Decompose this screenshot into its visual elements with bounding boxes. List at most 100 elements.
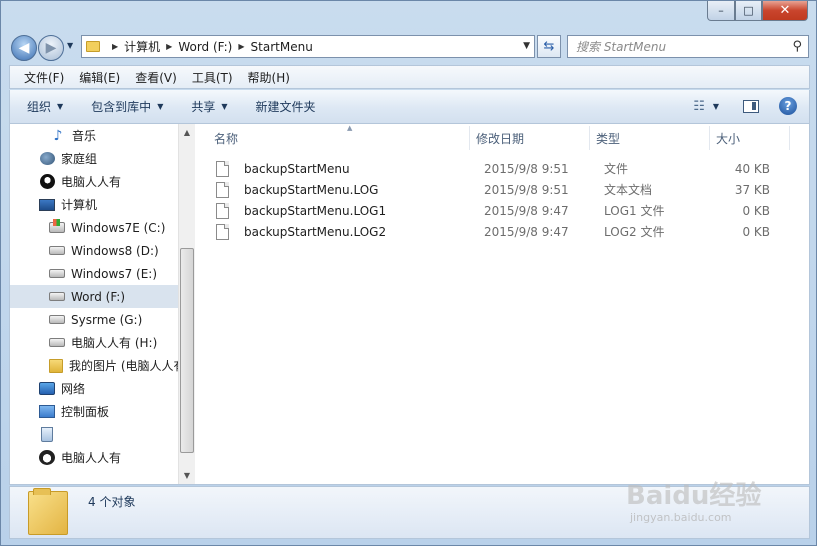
include-in-library-button[interactable]: 包含到库中 ▼ — [91, 98, 163, 115]
chevron-down-icon: ▼ — [157, 102, 164, 111]
chevron-down-icon: ▼ — [221, 102, 228, 111]
column-header-type[interactable]: 类型 — [590, 126, 710, 150]
forward-button[interactable]: ▶ — [38, 35, 64, 61]
chevron-down-icon: ▼ — [57, 102, 64, 111]
file-name: backupStartMenu.LOG2 — [244, 224, 387, 239]
breadcrumb-computer[interactable]: 计算机 — [124, 38, 160, 55]
caption-buttons: – □ ✕ — [707, 1, 808, 21]
nav-item-drive-d[interactable]: Windows8 (D:) — [10, 239, 178, 262]
nav-item-homegroup[interactable]: 家庭组 — [10, 147, 178, 170]
search-placeholder: 搜索 StartMenu — [576, 40, 667, 54]
file-row[interactable]: backupStartMenu.LOG2 2015/9/8 9:47 LOG2 … — [216, 221, 806, 242]
nav-item-label: 网络 — [61, 382, 86, 396]
menu-bar: 文件(F) 编辑(E) 查看(V) 工具(T) 帮助(H) — [9, 65, 810, 89]
nav-item-computer[interactable]: 计算机 — [10, 193, 178, 216]
recent-pages-dropdown[interactable]: ▼ — [67, 41, 73, 50]
chevron-right-icon[interactable]: ▶ — [238, 42, 244, 51]
file-list: 名称 ▲ 修改日期 类型 大小 backupStartMenu 2015/9/8… — [196, 124, 809, 484]
include-in-library-label: 包含到库中 — [91, 100, 152, 114]
nav-item-user-2[interactable]: 电脑人人有 — [10, 446, 178, 469]
organize-label: 组织 — [27, 100, 52, 114]
share-label: 共享 — [191, 100, 216, 114]
system-drive-icon — [49, 219, 65, 236]
new-folder-label: 新建文件夹 — [255, 100, 316, 114]
menu-help[interactable]: 帮助(H) — [248, 69, 290, 86]
menu-file[interactable]: 文件(F) — [24, 69, 64, 86]
nav-item-label: 控制面板 — [61, 405, 110, 419]
back-button[interactable]: ◀ — [11, 35, 37, 61]
folder-icon — [86, 41, 100, 52]
nav-item-label: 电脑人人有 (H:) — [71, 336, 158, 350]
nav-item-recycle-bin[interactable] — [10, 423, 178, 446]
preview-pane-icon[interactable] — [743, 99, 759, 113]
nav-item-pictures[interactable]: 我的图片 (电脑人人有 — [10, 354, 178, 377]
view-options-icon[interactable]: ☷ — [693, 99, 705, 114]
scroll-down-icon[interactable]: ▼ — [179, 467, 195, 484]
item-count: 4 个对象 — [88, 495, 136, 509]
nav-item-control-panel[interactable]: 控制面板 — [10, 400, 178, 423]
scroll-up-icon[interactable]: ▲ — [179, 124, 195, 141]
menu-edit[interactable]: 编辑(E) — [79, 69, 120, 86]
nav-item-label: 计算机 — [61, 198, 98, 212]
search-input[interactable]: 搜索 StartMenu ⚲ — [567, 35, 809, 58]
folder-icon — [49, 358, 63, 374]
column-header-size[interactable]: 大小 — [710, 126, 790, 150]
file-date: 2015/9/8 9:47 — [484, 224, 569, 239]
file-icon — [216, 202, 229, 219]
organize-button[interactable]: 组织 ▼ — [27, 98, 63, 115]
search-icon[interactable]: ⚲ — [792, 39, 802, 54]
address-bar[interactable]: ▶ 计算机 ▶ Word (F:) ▶ StartMenu ▼ — [81, 35, 535, 58]
explorer-window: – □ ✕ ◀ ▶ ▼ ▶ 计算机 ▶ Word (F:) ▶ StartMen… — [0, 0, 817, 546]
details-pane: 4 个对象 — [9, 486, 810, 539]
column-header-size-label: 大小 — [716, 131, 741, 146]
nav-item-music[interactable]: ♪ 音乐 — [10, 124, 178, 147]
nav-item-user[interactable]: 电脑人人有 — [10, 170, 178, 193]
chevron-down-icon[interactable]: ▼ — [713, 102, 719, 111]
file-date: 2015/9/8 9:51 — [484, 182, 569, 197]
command-bar: 组织 ▼ 包含到库中 ▼ 共享 ▼ 新建文件夹 ☷ ▼ ? — [9, 90, 810, 123]
arrow-left-icon: ◀ — [18, 40, 30, 56]
file-row[interactable]: backupStartMenu 2015/9/8 9:51 文件 40 KB — [216, 158, 806, 179]
new-folder-button[interactable]: 新建文件夹 — [256, 98, 316, 115]
computer-icon — [39, 197, 55, 213]
chevron-down-icon[interactable]: ▼ — [523, 41, 530, 51]
scrollbar-thumb[interactable] — [180, 248, 194, 453]
nav-item-drive-c[interactable]: Windows7E (C:) — [10, 216, 178, 239]
navigation-scrollbar[interactable]: ▲ ▼ — [178, 124, 195, 484]
nav-item-label: Windows7E (C:) — [71, 220, 166, 235]
network-icon — [39, 381, 55, 397]
file-name: backupStartMenu — [244, 161, 350, 176]
column-header-date[interactable]: 修改日期 — [470, 126, 590, 150]
text-file-icon — [216, 181, 229, 198]
view-controls: ☷ ▼ ? — [693, 97, 797, 115]
nav-item-drive-e[interactable]: Windows7 (E:) — [10, 262, 178, 285]
help-icon[interactable]: ? — [779, 97, 797, 115]
column-header-name-label: 名称 — [214, 131, 239, 146]
file-type: 文件 — [604, 162, 629, 176]
chevron-right-icon[interactable]: ▶ — [166, 42, 172, 51]
menu-tools[interactable]: 工具(T) — [192, 69, 233, 86]
nav-item-drive-g[interactable]: Sysrme (G:) — [10, 308, 178, 331]
close-button[interactable]: ✕ — [762, 1, 808, 21]
column-header-name[interactable]: 名称 ▲ — [208, 124, 470, 150]
nav-item-drive-f[interactable]: Word (F:) — [10, 285, 178, 308]
nav-item-drive-h[interactable]: 电脑人人有 (H:) — [10, 331, 178, 354]
drive-icon — [49, 243, 65, 259]
share-button[interactable]: 共享 ▼ — [191, 98, 227, 115]
chevron-right-icon[interactable]: ▶ — [112, 42, 118, 51]
file-row[interactable]: backupStartMenu.LOG 2015/9/8 9:51 文本文档 3… — [216, 179, 806, 200]
drive-icon — [49, 335, 65, 351]
file-date: 2015/9/8 9:47 — [484, 203, 569, 218]
panda-icon — [39, 450, 55, 466]
minimize-button[interactable]: – — [707, 1, 735, 21]
nav-item-network[interactable]: 网络 — [10, 377, 178, 400]
breadcrumb-drive[interactable]: Word (F:) — [178, 40, 232, 54]
maximize-button[interactable]: □ — [735, 1, 762, 21]
file-row[interactable]: backupStartMenu.LOG1 2015/9/8 9:47 LOG1 … — [216, 200, 806, 221]
file-type: LOG1 文件 — [604, 204, 665, 218]
nav-item-label: Windows7 (E:) — [71, 266, 158, 281]
menu-view[interactable]: 查看(V) — [135, 69, 177, 86]
refresh-icon: ⇆ — [543, 39, 555, 54]
breadcrumb-folder[interactable]: StartMenu — [251, 40, 313, 54]
refresh-button[interactable]: ⇆ — [537, 35, 561, 58]
